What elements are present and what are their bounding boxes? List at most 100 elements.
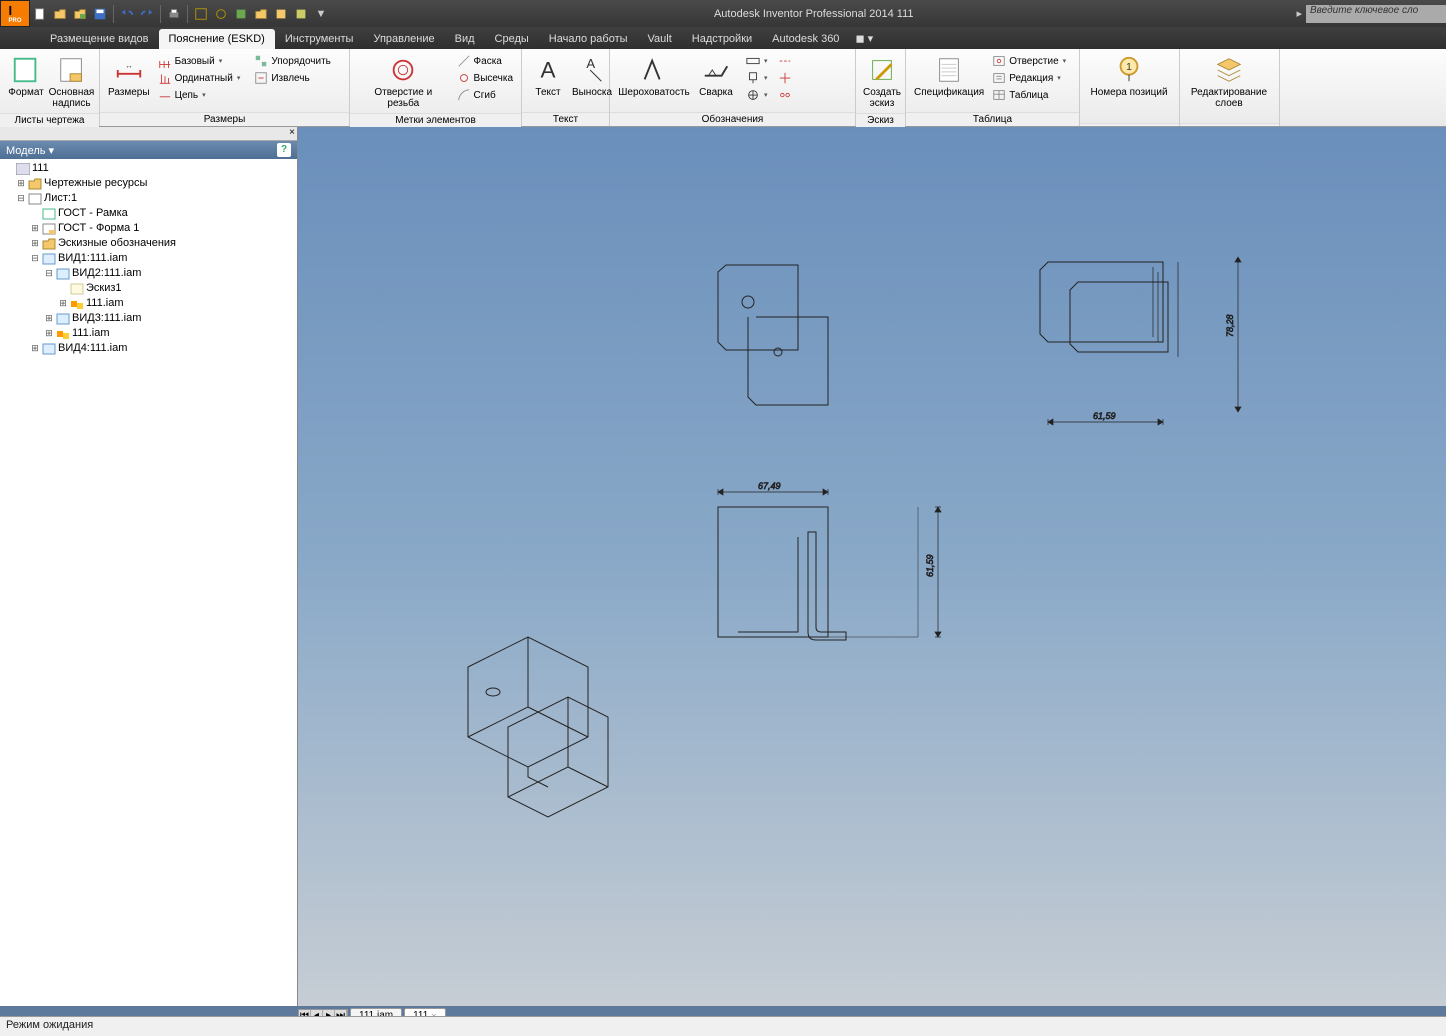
model-browser: × Модель ▾ ? 111 ⊞Чертежные ресурсы ⊟Лис… — [0, 127, 298, 1006]
chamfer-button[interactable]: Фаска — [455, 53, 515, 69]
qat-dropdown-icon[interactable]: ▼ — [312, 5, 330, 23]
tab-vault[interactable]: Vault — [638, 29, 682, 49]
qat-misc5-icon[interactable] — [272, 5, 290, 23]
dim-w2: 67,49 — [758, 481, 781, 491]
qat-misc2-icon[interactable] — [212, 5, 230, 23]
dimensions-label: Размеры — [108, 87, 150, 98]
tree-resources[interactable]: ⊞Чертежные ресурсы — [2, 176, 295, 191]
table-rev-button[interactable]: Редакция▾ — [990, 70, 1068, 86]
create-sketch-button[interactable]: Создать эскиз — [860, 51, 904, 111]
tree-sketch1[interactable]: Эскиз1 — [2, 281, 295, 296]
drawing-canvas[interactable]: 78,28 61,59 67,49 61,59 — [298, 127, 1446, 1006]
collapse-icon[interactable]: ⊟ — [44, 266, 54, 281]
tab-view[interactable]: Вид — [445, 29, 485, 49]
tree-gost-form[interactable]: ⊞ГОСТ - Форма 1 — [2, 221, 295, 236]
note-extra2-button[interactable]: ▾ — [744, 70, 770, 86]
balloon-button[interactable]: 1 Номера позиций — [1084, 51, 1174, 100]
hole-thread-icon — [388, 55, 418, 85]
tab-a360[interactable]: Autodesk 360 — [762, 29, 849, 49]
ordinate-dim-icon — [158, 71, 172, 85]
collapse-icon[interactable]: ⊟ — [16, 191, 26, 206]
panel-layers-label — [1180, 123, 1279, 126]
tab-overflow-icon[interactable]: ◼ ▾ — [849, 28, 879, 49]
note-extra3-button[interactable]: ▾ — [744, 87, 770, 103]
panel-sheets-label: Листы чертежа — [0, 113, 99, 127]
qat-misc6-icon[interactable] — [292, 5, 310, 23]
app-logo[interactable]: IPRO — [0, 0, 30, 27]
punch-button[interactable]: Высечка — [455, 70, 515, 86]
expand-icon[interactable]: ⊞ — [30, 221, 40, 236]
form-icon — [42, 223, 56, 235]
ordinate-dim-button[interactable]: Ординатный▾ — [156, 70, 243, 86]
table-hole-button[interactable]: Отверстие▾ — [990, 53, 1068, 69]
hole-thread-button[interactable]: Отверстие и резьба — [354, 51, 453, 111]
tree-root[interactable]: 111 — [2, 161, 295, 176]
format-button[interactable]: Формат — [4, 51, 48, 100]
tab-tools[interactable]: Инструменты — [275, 29, 364, 49]
format-label: Формат — [8, 87, 44, 98]
qat-print-icon[interactable] — [165, 5, 183, 23]
note-extra1-button[interactable]: ▾ — [744, 53, 770, 69]
close-browser-icon[interactable]: × — [289, 127, 295, 138]
tab-views[interactable]: Размещение видов — [40, 29, 159, 49]
drawing-view-top — [708, 257, 848, 417]
qat-new-icon[interactable] — [31, 5, 49, 23]
drawing-view-iso — [438, 627, 628, 837]
roughness-button[interactable]: Шероховатость — [614, 51, 694, 100]
tab-start[interactable]: Начало работы — [539, 29, 638, 49]
qat-open2-icon[interactable] — [71, 5, 89, 23]
table-tbl-button[interactable]: Таблица — [990, 87, 1068, 103]
qat-misc3-icon[interactable] — [232, 5, 250, 23]
expand-icon[interactable]: ⊞ — [44, 311, 54, 326]
expand-icon[interactable]: ⊞ — [16, 176, 26, 191]
panel-sketch-label: Эскиз — [856, 113, 905, 127]
spec-button[interactable]: Спецификация — [910, 51, 988, 100]
create-sketch-label: Создать эскиз — [863, 87, 901, 109]
view-icon — [42, 343, 56, 355]
search-dropdown-icon[interactable]: ▸ — [1296, 7, 1302, 20]
chain-dim-button[interactable]: Цепь▾ — [156, 87, 243, 103]
expand-icon[interactable]: ⊞ — [58, 296, 68, 311]
bend-button[interactable]: Сгиб — [455, 87, 515, 103]
qat-undo-icon[interactable] — [118, 5, 136, 23]
note-extra4-button[interactable] — [776, 53, 794, 69]
note-extra6-button[interactable] — [776, 87, 794, 103]
expand-icon[interactable]: ⊞ — [30, 341, 40, 356]
leader-button[interactable]: A Выноска — [570, 51, 614, 100]
help-icon[interactable]: ? — [277, 143, 291, 157]
qat-misc1-icon[interactable] — [192, 5, 210, 23]
base-dim-button[interactable]: Базовый▾ — [156, 53, 243, 69]
tab-env[interactable]: Среды — [485, 29, 539, 49]
edit-layers-button[interactable]: Редактирование слоев — [1184, 51, 1274, 111]
text-button[interactable]: A Текст — [526, 51, 570, 100]
tree-iam[interactable]: ⊞111.iam — [2, 326, 295, 341]
dimensions-button[interactable]: ↔ Размеры — [104, 51, 154, 100]
qat-open-icon[interactable] — [51, 5, 69, 23]
expand-icon[interactable]: ⊞ — [44, 326, 54, 341]
tree-view2[interactable]: ⊟ВИД2:111.iam — [2, 266, 295, 281]
svg-text:↔: ↔ — [125, 61, 133, 70]
retrieve-button[interactable]: Извлечь — [252, 70, 333, 86]
collapse-icon[interactable]: ⊟ — [30, 251, 40, 266]
tab-annotation[interactable]: Пояснение (ESKD) — [159, 29, 275, 49]
tree-view4[interactable]: ⊞ВИД4:111.iam — [2, 341, 295, 356]
weld-button[interactable]: Сварка — [694, 51, 738, 100]
note-extra5-button[interactable] — [776, 70, 794, 86]
tab-addins[interactable]: Надстройки — [682, 29, 762, 49]
qat-save-icon[interactable] — [91, 5, 109, 23]
browser-header[interactable]: Модель ▾ ? — [0, 141, 297, 159]
tree-gost-frame[interactable]: ГОСТ - Рамка — [2, 206, 295, 221]
tree-inner-iam[interactable]: ⊞111.iam — [2, 296, 295, 311]
expand-icon[interactable]: ⊞ — [30, 236, 40, 251]
search-input[interactable]: Введите ключевое сло — [1306, 5, 1446, 23]
tab-manage[interactable]: Управление — [363, 29, 444, 49]
model-tree[interactable]: 111 ⊞Чертежные ресурсы ⊟Лист:1 ГОСТ - Ра… — [0, 159, 297, 1006]
qat-misc4-icon[interactable] — [252, 5, 270, 23]
tree-sheet[interactable]: ⊟Лист:1 — [2, 191, 295, 206]
title-block-button[interactable]: Основная надпись — [48, 51, 95, 111]
tree-view1[interactable]: ⊟ВИД1:111.iam — [2, 251, 295, 266]
tree-sketch-symbols[interactable]: ⊞Эскизные обозначения — [2, 236, 295, 251]
tree-view3[interactable]: ⊞ВИД3:111.iam — [2, 311, 295, 326]
qat-redo-icon[interactable] — [138, 5, 156, 23]
arrange-button[interactable]: Упорядочить — [252, 53, 333, 69]
